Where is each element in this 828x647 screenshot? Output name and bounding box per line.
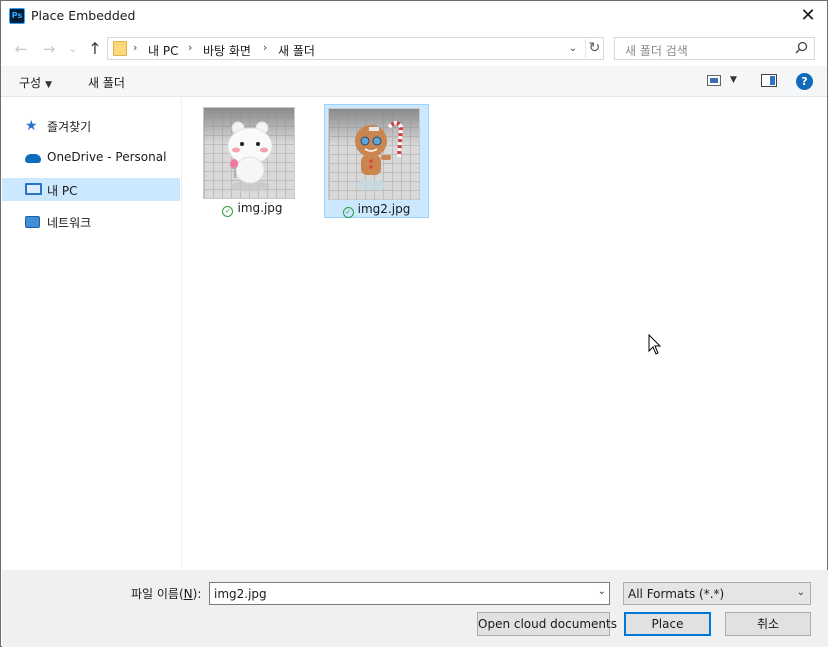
file-name: ✓ img2.jpg [325,202,428,218]
image-thumbnail [203,107,295,199]
title-bar: Ps Place Embedded ✕ [1,1,827,32]
sync-check-icon: ✓ [342,207,354,218]
sidebar-item-my-pc[interactable]: 내 PC [2,178,180,201]
sidebar-item-label: 즐겨찾기 [47,120,92,134]
filename-label: 파일 이름(N): [131,587,202,601]
view-options-caret-icon[interactable]: ▼ [730,75,737,85]
breadcrumb-my-pc[interactable]: 내 PC [148,42,178,59]
pc-icon [25,183,42,195]
caret-down-icon: ▼ [45,80,53,90]
navigation-pane: ★ 즐겨찾기 OneDrive - Personal 내 PC 네트워크 [2,98,182,570]
file-name: ✓ img.jpg [200,201,305,217]
preview-pane-icon[interactable] [761,74,777,87]
command-bar: 구성 ▼ 새 폴더 ▼ ? [1,66,827,97]
image-thumbnail [328,108,420,200]
window-title: Place Embedded [31,8,136,23]
sidebar-item-label: 내 PC [47,184,78,198]
file-type-value: All Formats (*.*) [628,587,725,601]
sidebar-item-favorites[interactable]: ★ 즐겨찾기 [2,114,180,137]
chevron-down-icon[interactable]: ⌄ [598,586,606,597]
forward-arrow-icon[interactable]: → [39,39,59,59]
sidebar-item-label: OneDrive - Personal [47,150,167,164]
search-placeholder: 새 폴더 검색 [625,44,688,58]
cloud-icon [25,154,41,163]
sidebar-item-label: 네트워크 [47,216,92,230]
sidebar-item-onedrive[interactable]: OneDrive - Personal [2,146,180,169]
breadcrumb-new-folder[interactable]: 새 폴더 [278,42,315,59]
folder-icon [113,41,127,56]
organize-menu-button[interactable]: 구성 ▼ [19,74,52,91]
file-item[interactable]: ✓ img.jpg [200,104,305,218]
sync-check-icon: ✓ [222,206,234,217]
refresh-icon[interactable]: ↻ [585,39,603,58]
recent-locations-chevron-icon[interactable]: ⌄ [63,39,83,59]
photoshop-app-icon: Ps [9,8,25,24]
chevron-right-icon[interactable]: › [133,41,137,54]
new-folder-button[interactable]: 새 폴더 [88,74,125,91]
bear-figure-image [227,121,273,191]
dialog-footer: 파일 이름(N): img2.jpg ⌄ All Formats (*.*) ⌄… [2,570,828,647]
mouse-cursor-icon [648,334,662,355]
file-name-text: img.jpg [237,201,283,215]
file-item-selected[interactable]: ✓ img2.jpg [324,104,429,218]
chevron-down-icon: ⌄ [796,587,805,598]
network-icon [25,216,40,228]
file-name-text: img2.jpg [357,202,411,216]
filename-input[interactable]: img2.jpg ⌄ [209,582,610,605]
change-view-icon[interactable] [707,75,721,86]
help-icon[interactable]: ? [796,73,813,90]
place-embedded-dialog: Ps Place Embedded ✕ ← → ⌄ ↑ › 내 PC › 바탕 … [0,0,828,647]
address-dropdown-chevron-icon[interactable]: ⌄ [565,40,581,57]
back-arrow-icon[interactable]: ← [11,39,31,59]
breadcrumb-desktop[interactable]: 바탕 화면 [203,42,251,59]
star-icon: ★ [25,118,38,134]
gingerbread-figure-image [355,121,404,190]
address-bar[interactable]: › 내 PC › 바탕 화면 › 새 폴더 ⌄ ↻ [107,37,604,60]
search-input[interactable]: 새 폴더 검색 [614,37,815,60]
organize-label: 구성 [19,76,42,90]
search-icon [795,41,808,58]
chevron-right-icon[interactable]: › [188,41,192,54]
chevron-right-icon[interactable]: › [263,41,267,54]
open-cloud-documents-button[interactable]: Open cloud documents [477,612,617,636]
filename-value: img2.jpg [214,587,267,601]
file-list: ✓ img.jpg ✓ img2.jpg [183,98,827,570]
file-type-select[interactable]: All Formats (*.*) ⌄ [623,582,811,605]
cancel-button[interactable]: 취소 [725,612,811,636]
place-button[interactable]: Place [624,612,711,636]
sidebar-item-network[interactable]: 네트워크 [2,210,180,233]
up-arrow-icon[interactable]: ↑ [85,39,105,59]
close-button[interactable]: ✕ [789,1,827,32]
